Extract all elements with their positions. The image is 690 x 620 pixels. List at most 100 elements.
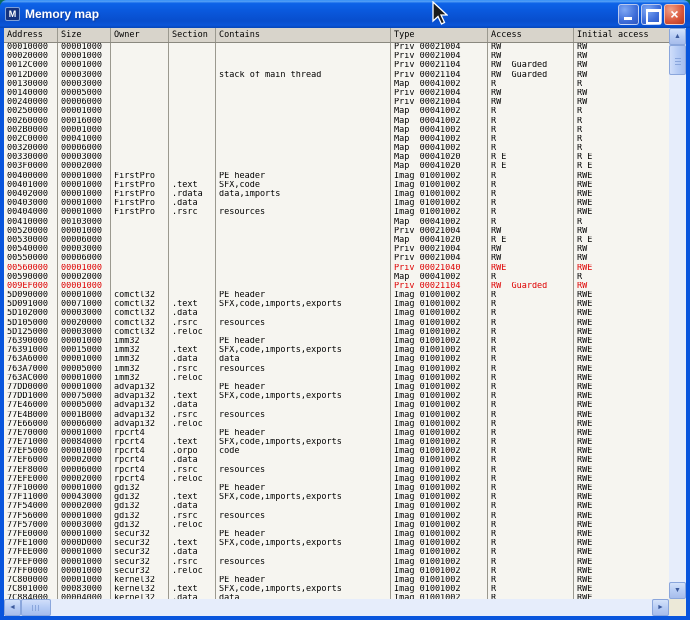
table-row[interactable]: 0040000000001000FirstProPE headerImag 01…: [4, 172, 669, 181]
maximize-button[interactable]: [641, 4, 662, 25]
vertical-scrollbar[interactable]: ▲ ▼: [669, 28, 686, 599]
table-row[interactable]: 5D12500000003000comctl32.relocImag 01001…: [4, 328, 669, 337]
cell-access: R: [488, 530, 574, 539]
cell-type: Imag 01001002: [391, 567, 488, 576]
table-row[interactable]: 5D09000000001000comctl32PE headerImag 01…: [4, 291, 669, 300]
cell-section: .rsrc: [169, 512, 216, 521]
table-row[interactable]: 77EFE00000002000rpcrt4.relocImag 0100100…: [4, 475, 669, 484]
cell-contains: [216, 89, 391, 98]
table-row[interactable]: 77E7000000001000rpcrt4PE headerImag 0100…: [4, 429, 669, 438]
table-row[interactable]: 77F1100000043000gdi32.textSFX,code,impor…: [4, 493, 669, 502]
column-header-contains[interactable]: Contains: [216, 28, 391, 42]
cell-address: 002B0000: [4, 126, 58, 135]
table-row[interactable]: 77EF500000001000rpcrt4.orpocodeImag 0100…: [4, 447, 669, 456]
table-row[interactable]: 0055000000006000Priv 00021004RWRW: [4, 254, 669, 263]
table-row[interactable]: 77FE000000001000secur32PE headerImag 010…: [4, 530, 669, 539]
column-header-size[interactable]: Size: [58, 28, 111, 42]
cell-initial-access: RWE: [574, 502, 669, 511]
table-row[interactable]: 77E6600000006000advapi32.relocImag 01001…: [4, 420, 669, 429]
table-row[interactable]: 77E4B0000001B000advapi32.rsrcresourcesIm…: [4, 411, 669, 420]
table-row[interactable]: 0056000000001000Priv 00021040RWERWE: [4, 264, 669, 273]
cell-size: 00016000: [58, 117, 111, 126]
table-row[interactable]: 763A700000005000imm32.rsrcresourcesImag …: [4, 365, 669, 374]
table-row[interactable]: 77FF000000001000secur32.relocImag 010010…: [4, 567, 669, 576]
table-row[interactable]: 0052000000001000Priv 00021004RWRW: [4, 227, 669, 236]
vertical-scroll-thumb[interactable]: [669, 45, 686, 75]
table-row[interactable]: 0040100000001000FirstPro.textSFX,codeIma…: [4, 181, 669, 190]
minimize-button[interactable]: [618, 4, 639, 25]
table-row[interactable]: 77F5700000003000gdi32.relocImag 01001002…: [4, 521, 669, 530]
table-row[interactable]: 009EF00000001000Priv 00021104RW GuardedR…: [4, 282, 669, 291]
scroll-up-button[interactable]: ▲: [669, 28, 686, 45]
table-row[interactable]: 0040200000001000FirstPro.rdatadata,impor…: [4, 190, 669, 199]
table-row[interactable]: 7639100000015000imm32.textSFX,code,impor…: [4, 346, 669, 355]
table-row[interactable]: 7639000000001000imm32PE headerImag 01001…: [4, 337, 669, 346]
scroll-right-button[interactable]: ►: [652, 599, 669, 616]
cell-size: 00001000: [58, 548, 111, 557]
table-row[interactable]: 0053000000006000Map 00041020R ER E: [4, 236, 669, 245]
table-row[interactable]: 0054000000003000Priv 00021004RWRW: [4, 245, 669, 254]
column-header-section[interactable]: Section: [169, 28, 216, 42]
memory-map-client: AddressSizeOwnerSectionContainsTypeAcces…: [4, 28, 686, 616]
column-header-owner[interactable]: Owner: [111, 28, 169, 42]
table-row[interactable]: 002B000000001000Map 00041002RR: [4, 126, 669, 135]
table-row[interactable]: 763AC00000001000imm32.relocImag 01001002…: [4, 374, 669, 383]
table-row[interactable]: 5D09100000071000comctl32.textSFX,code,im…: [4, 300, 669, 309]
column-header-type[interactable]: Type: [391, 28, 488, 42]
table-row[interactable]: 0002000000001000Priv 00021004RWRW: [4, 52, 669, 61]
cell-contains: data: [216, 355, 391, 364]
table-row[interactable]: 77F5400000002000gdi32.dataImag 01001002R…: [4, 502, 669, 511]
table-row[interactable]: 003F000000002000Map 00041020R ER E: [4, 162, 669, 171]
close-button[interactable]: ×: [664, 4, 685, 25]
cell-contains: resources: [216, 512, 391, 521]
cell-address: 77DD0000: [4, 383, 58, 392]
table-row[interactable]: 763A600000001000imm32.datadataImag 01001…: [4, 355, 669, 364]
table-row[interactable]: 0033000000003000Map 00041020R ER E: [4, 153, 669, 162]
scroll-down-button[interactable]: ▼: [669, 582, 686, 599]
table-row[interactable]: 77FEF00000001000secur32.rsrcresourcesIma…: [4, 558, 669, 567]
table-row[interactable]: 77DD100000075000advapi32.textSFX,code,im…: [4, 392, 669, 401]
horizontal-scroll-thumb[interactable]: [21, 599, 51, 616]
horizontal-scrollbar[interactable]: ◄ ►: [4, 599, 669, 616]
table-row[interactable]: 0059000000002000Map 00041002RR: [4, 273, 669, 282]
table-row[interactable]: 0001000000001000Priv 00021004RWRW: [4, 43, 669, 52]
table-row[interactable]: 0014000000005000Priv 00021004RWRW: [4, 89, 669, 98]
table-row[interactable]: 0024000000006000Priv 00021004RWRW: [4, 98, 669, 107]
table-row[interactable]: 77F1000000001000gdi32PE headerImag 01001…: [4, 484, 669, 493]
table-row[interactable]: 77F5600000001000gdi32.rsrcresourcesImag …: [4, 512, 669, 521]
table-row[interactable]: 77FEE00000001000secur32.dataImag 0100100…: [4, 548, 669, 557]
cell-contains: [216, 456, 391, 465]
table-row[interactable]: 0040300000001000FirstPro.dataImag 010010…: [4, 199, 669, 208]
cell-contains: [216, 273, 391, 282]
titlebar[interactable]: M Memory map ×: [0, 0, 690, 28]
table-row[interactable]: 77DD000000001000advapi32PE headerImag 01…: [4, 383, 669, 392]
table-row[interactable]: 0041000000103000Map 00041002RR: [4, 218, 669, 227]
column-header-initial-access[interactable]: Initial access: [574, 28, 669, 42]
column-header-address[interactable]: Address: [4, 28, 58, 42]
table-row[interactable]: 77EF800000006000rpcrt4.rsrcresourcesImag…: [4, 466, 669, 475]
column-header-access[interactable]: Access: [488, 28, 574, 42]
table-row[interactable]: 77E7100000084000rpcrt4.textSFX,code,impo…: [4, 438, 669, 447]
table-row[interactable]: 77EF600000002000rpcrt4.dataImag 01001002…: [4, 456, 669, 465]
cell-address: 00590000: [4, 273, 58, 282]
cell-type: Priv 00021104: [391, 61, 488, 70]
cell-section: [169, 52, 216, 61]
table-row[interactable]: 0040400000001000FirstPro.rsrcresourcesIm…: [4, 208, 669, 217]
table-row[interactable]: 0026000000016000Map 00041002RR: [4, 117, 669, 126]
cell-address: 77FE1000: [4, 539, 58, 548]
table-row[interactable]: 0025000000001000Map 00041002RR: [4, 107, 669, 116]
table-row[interactable]: 0013000000003000Map 00041002RR: [4, 80, 669, 89]
scroll-left-button[interactable]: ◄: [4, 599, 21, 616]
table-row[interactable]: 5D10500000020000comctl32.rsrcresourcesIm…: [4, 319, 669, 328]
table-row[interactable]: 77E4600000005000advapi32.dataImag 010010…: [4, 401, 669, 410]
table-row[interactable]: 77FE10000000D000secur32.textSFX,code,imp…: [4, 539, 669, 548]
table-row[interactable]: 0012D00000003000stack of main threadPriv…: [4, 71, 669, 80]
table-row[interactable]: 7C80000000001000kernel32PE headerImag 01…: [4, 576, 669, 585]
table-row[interactable]: 002C000000041000Map 00041002RR: [4, 135, 669, 144]
table-row[interactable]: 5D10200000003000comctl32.dataImag 010010…: [4, 309, 669, 318]
table-row[interactable]: 7C80100000083000kernel32.textSFX,code,im…: [4, 585, 669, 594]
table-row[interactable]: 0012C00000001000Priv 00021104RW GuardedR…: [4, 61, 669, 70]
cell-initial-access: RW: [574, 98, 669, 107]
table-row[interactable]: 0032000000006000Map 00041002RR: [4, 144, 669, 153]
cell-owner: kernel32: [111, 585, 169, 594]
